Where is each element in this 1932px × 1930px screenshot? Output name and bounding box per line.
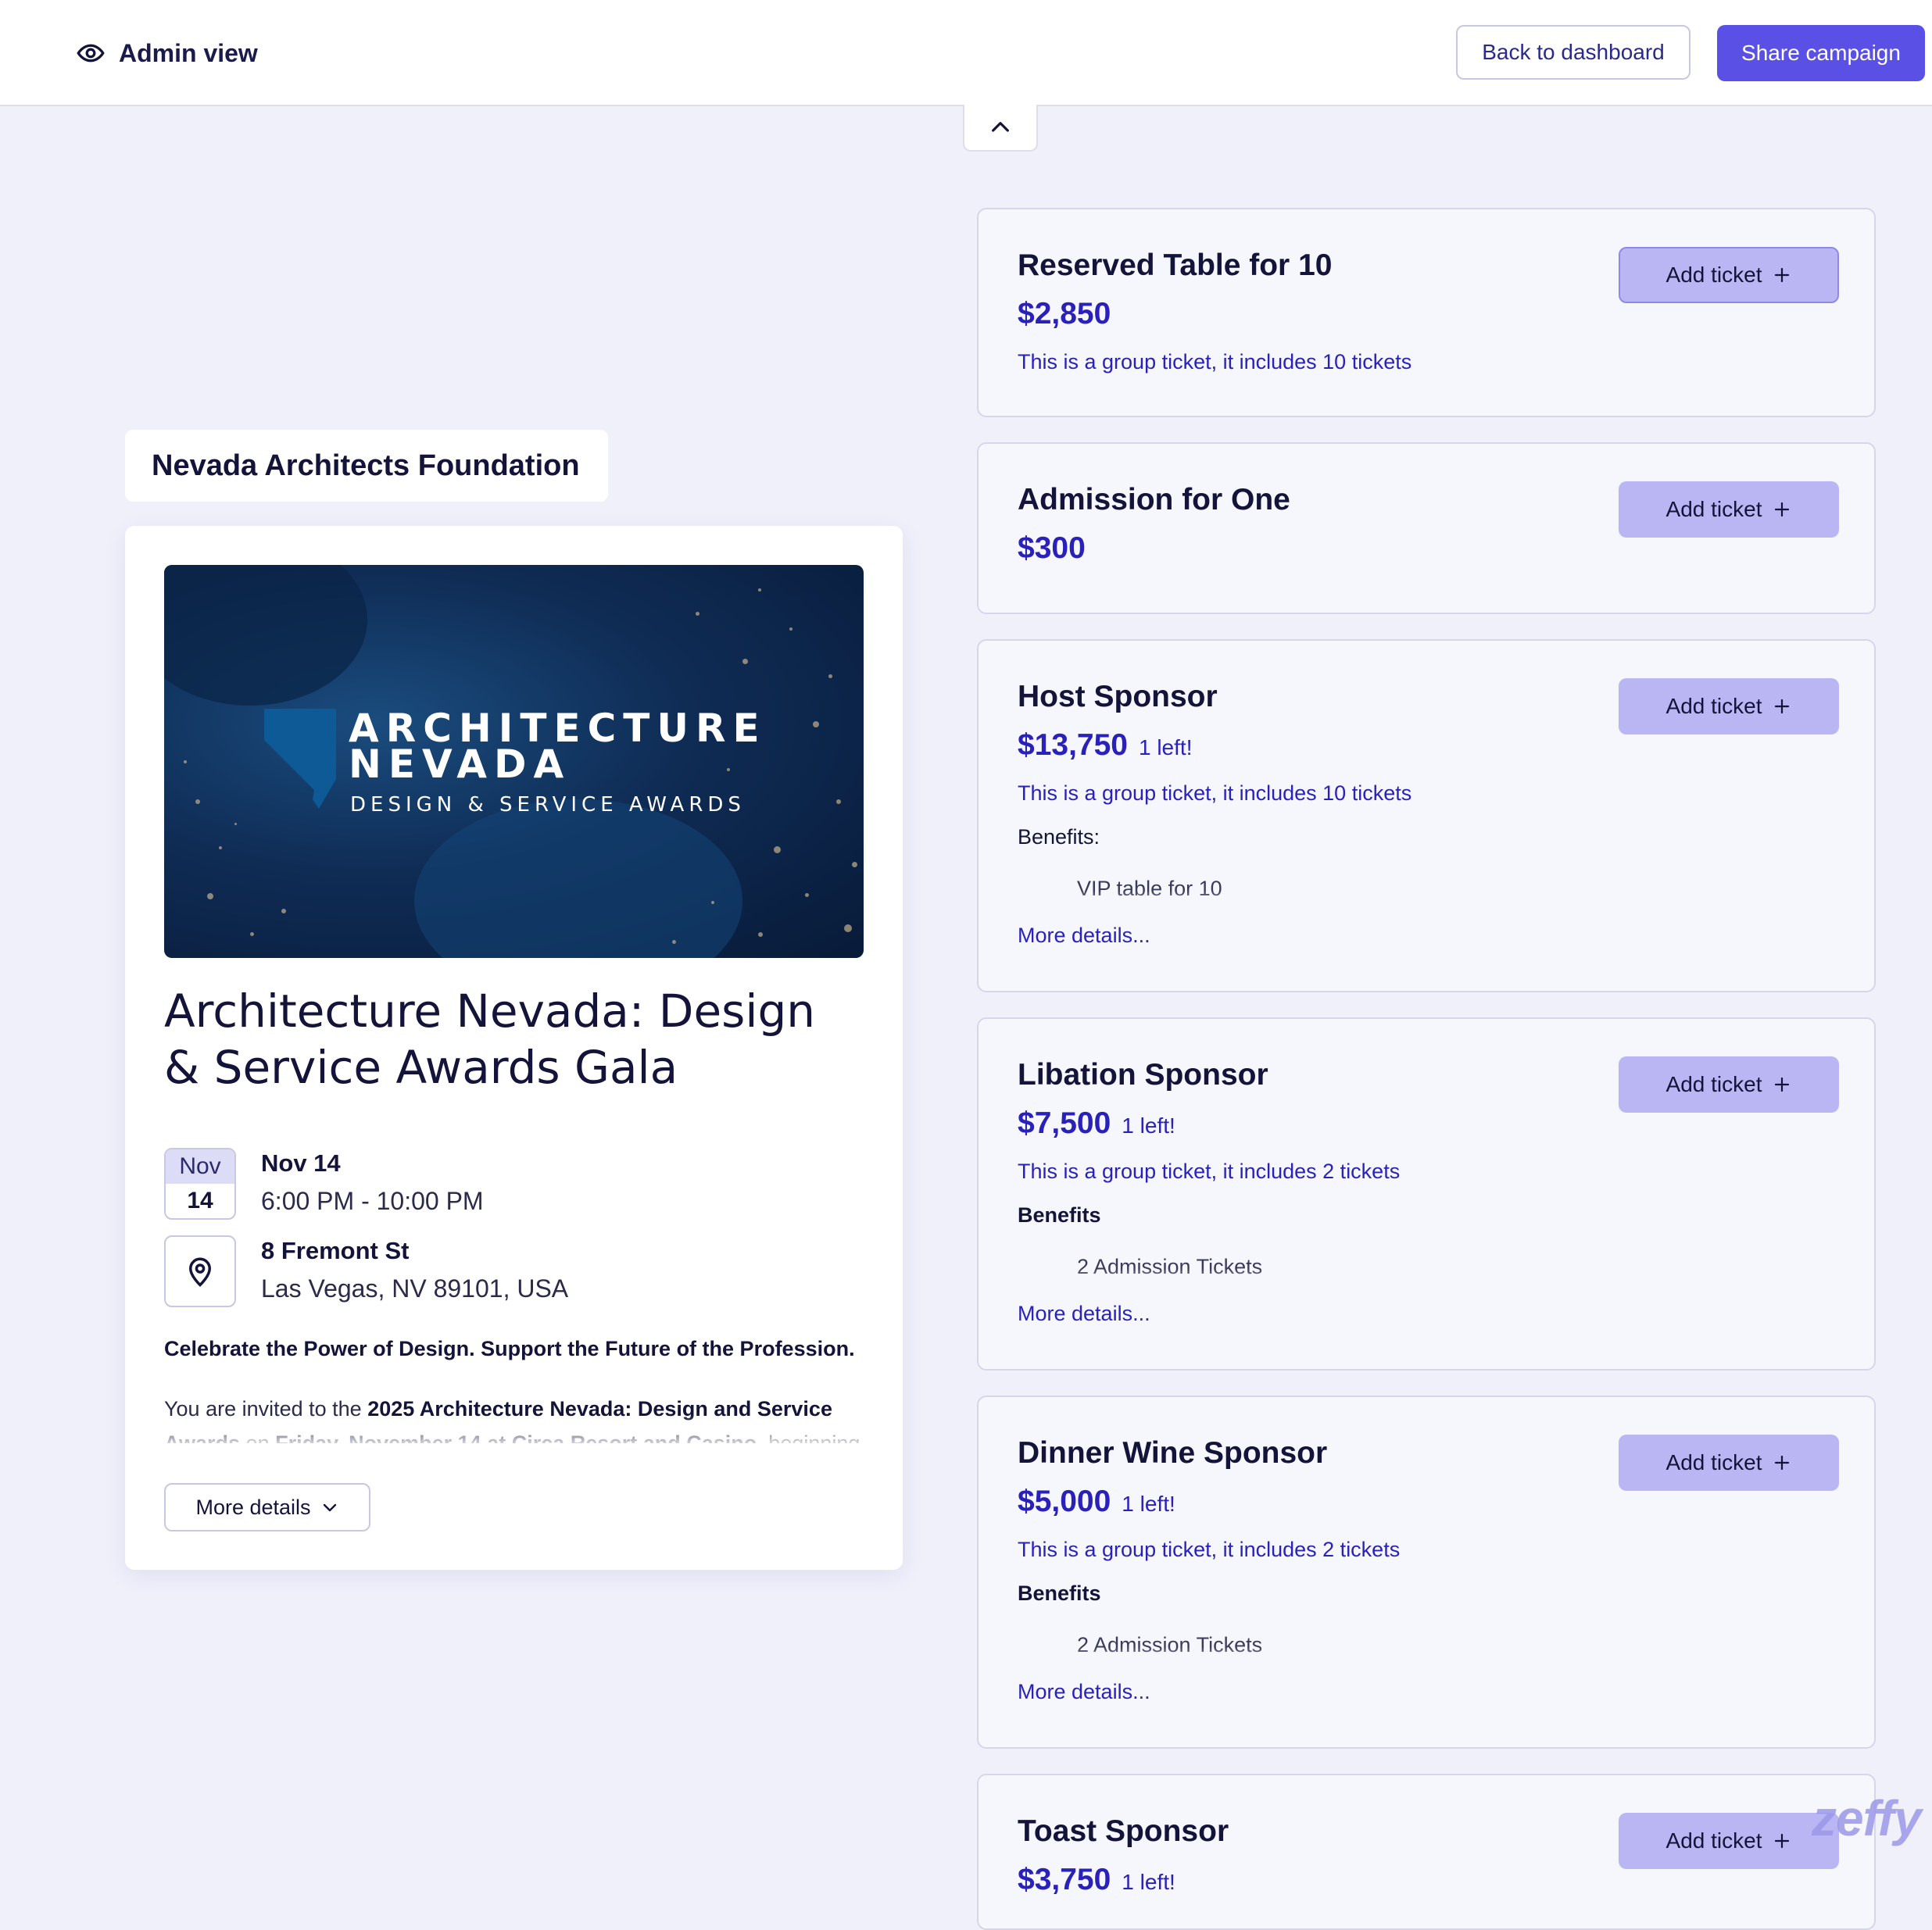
plus-icon (1775, 1833, 1790, 1849)
add-ticket-button[interactable]: Add ticket (1619, 1435, 1839, 1491)
ticket-price: $300 (1018, 531, 1086, 565)
ticket-note: This is a group ticket, it includes 10 t… (1018, 781, 1412, 805)
eye-icon (77, 44, 105, 63)
ticket-card: Libation Sponsor $7,500 1 left! This is a… (977, 1017, 1876, 1371)
event-address-line2[interactable]: Las Vegas, NV 89101, USA (261, 1274, 568, 1303)
admin-view-indicator: Admin view (77, 36, 258, 70)
admin-view-label: Admin view (119, 38, 258, 67)
ticket-remaining: 1 left! (1122, 1870, 1175, 1894)
add-ticket-button[interactable]: Add ticket (1619, 247, 1839, 303)
ticket-benefits-label: Benefits (1018, 1582, 1101, 1605)
ticket-benefit-item: 2 Admission Tickets (1077, 1255, 1624, 1289)
banner-line-2: NEVADA (349, 742, 571, 787)
event-banner-image: ARCHITECTURE NEVADA DESIGN & SERVICE AWA… (164, 565, 864, 958)
ticket-benefit-item: 2 Admission Tickets (1077, 1633, 1624, 1667)
collapse-toggle-button[interactable] (963, 105, 1038, 152)
banner-line-3: DESIGN & SERVICE AWARDS (350, 793, 746, 817)
add-ticket-button[interactable]: Add ticket (1619, 1813, 1839, 1869)
ticket-benefits-label: Benefits (1018, 1203, 1101, 1227)
ticket-price: $13,750 1 left! (1018, 728, 1193, 762)
ticket-price: $7,500 1 left! (1018, 1106, 1175, 1140)
share-campaign-button[interactable]: Share campaign (1717, 25, 1925, 81)
ticket-card: Admission for One $300 Add ticket (977, 442, 1876, 614)
map-pin-icon (188, 1257, 212, 1287)
plus-icon (1775, 267, 1790, 283)
event-title: Architecture Nevada: Design & Service Aw… (164, 985, 816, 1094)
ticket-card: Reserved Table for 10 $2,850 This is a g… (977, 208, 1876, 417)
event-card: ARCHITECTURE NEVADA DESIGN & SERVICE AWA… (125, 526, 903, 1570)
ticket-card: Host Sponsor $13,750 1 left! This is a gr… (977, 639, 1876, 992)
ticket-name: Libation Sponsor (1018, 1058, 1268, 1092)
date-badge-day: 14 (187, 1188, 213, 1213)
ticket-benefit-item: VIP table for 10 (1077, 877, 1624, 911)
plus-icon (1775, 1077, 1790, 1092)
ticket-price: $2,850 (1018, 297, 1111, 331)
more-details-label: More details (195, 1495, 311, 1519)
plus-icon (1775, 699, 1790, 714)
add-ticket-label: Add ticket (1665, 263, 1762, 287)
add-ticket-label: Add ticket (1665, 1072, 1762, 1096)
ticket-more-details-link[interactable]: More details... (1018, 1680, 1150, 1704)
ticket-name: Host Sponsor (1018, 680, 1218, 713)
event-description: You are invited to the 2025 Architecture… (164, 1397, 860, 1443)
ticket-remaining: 1 left! (1138, 735, 1193, 759)
date-badge: Nov 14 (164, 1148, 236, 1220)
more-details-button[interactable]: More details (164, 1483, 370, 1531)
event-address-line1[interactable]: 8 Fremont St (261, 1237, 409, 1265)
chevron-down-icon (323, 1503, 336, 1512)
ticket-name: Reserved Table for 10 (1018, 248, 1333, 282)
add-ticket-label: Add ticket (1665, 1828, 1762, 1853)
ticket-note: This is a group ticket, it includes 10 t… (1018, 350, 1412, 373)
ticket-name: Dinner Wine Sponsor (1018, 1436, 1328, 1470)
organization-name[interactable]: Nevada Architects Foundation (125, 430, 608, 502)
top-bar: Admin view Back to dashboard Share campa… (0, 0, 1932, 106)
ticket-remaining: 1 left! (1122, 1492, 1175, 1516)
event-tagline: Celebrate the Power of Design. Support t… (164, 1337, 855, 1360)
ticket-price: $3,750 1 left! (1018, 1863, 1175, 1896)
event-time: 6:00 PM - 10:00 PM (261, 1187, 484, 1215)
add-ticket-label: Add ticket (1665, 497, 1762, 521)
nevada-logo-icon (264, 709, 336, 809)
add-ticket-label: Add ticket (1665, 694, 1762, 718)
ticket-more-details-link[interactable]: More details... (1018, 924, 1150, 948)
plus-icon (1775, 1455, 1790, 1471)
ticket-card: Dinner Wine Sponsor $5,000 1 left! This i… (977, 1396, 1876, 1749)
chevron-up-icon (992, 122, 1009, 132)
location-badge (164, 1235, 236, 1307)
ticket-remaining: 1 left! (1122, 1113, 1175, 1138)
ticket-note: This is a group ticket, it includes 2 ti… (1018, 1160, 1401, 1183)
add-ticket-button[interactable]: Add ticket (1619, 1056, 1839, 1113)
ticket-note: This is a group ticket, it includes 2 ti… (1018, 1538, 1401, 1561)
event-date: Nov 14 (261, 1149, 341, 1177)
plus-icon (1775, 502, 1790, 517)
add-ticket-label: Add ticket (1665, 1450, 1762, 1474)
ticket-name: Toast Sponsor (1018, 1814, 1229, 1848)
add-ticket-button[interactable]: Add ticket (1619, 481, 1839, 538)
ticket-card: Toast Sponsor $3,750 1 left! Add ticket (977, 1774, 1876, 1930)
ticket-more-details-link[interactable]: More details... (1018, 1302, 1150, 1326)
add-ticket-button[interactable]: Add ticket (1619, 678, 1839, 734)
back-to-dashboard-button[interactable]: Back to dashboard (1456, 25, 1690, 80)
zeffy-watermark-logo: zeffy (1812, 1790, 1922, 1846)
ticket-name: Admission for One (1018, 483, 1290, 516)
ticket-price: $5,000 1 left! (1018, 1485, 1175, 1518)
date-badge-month: Nov (166, 1149, 234, 1184)
ticket-benefits-label: Benefits: (1018, 825, 1100, 849)
